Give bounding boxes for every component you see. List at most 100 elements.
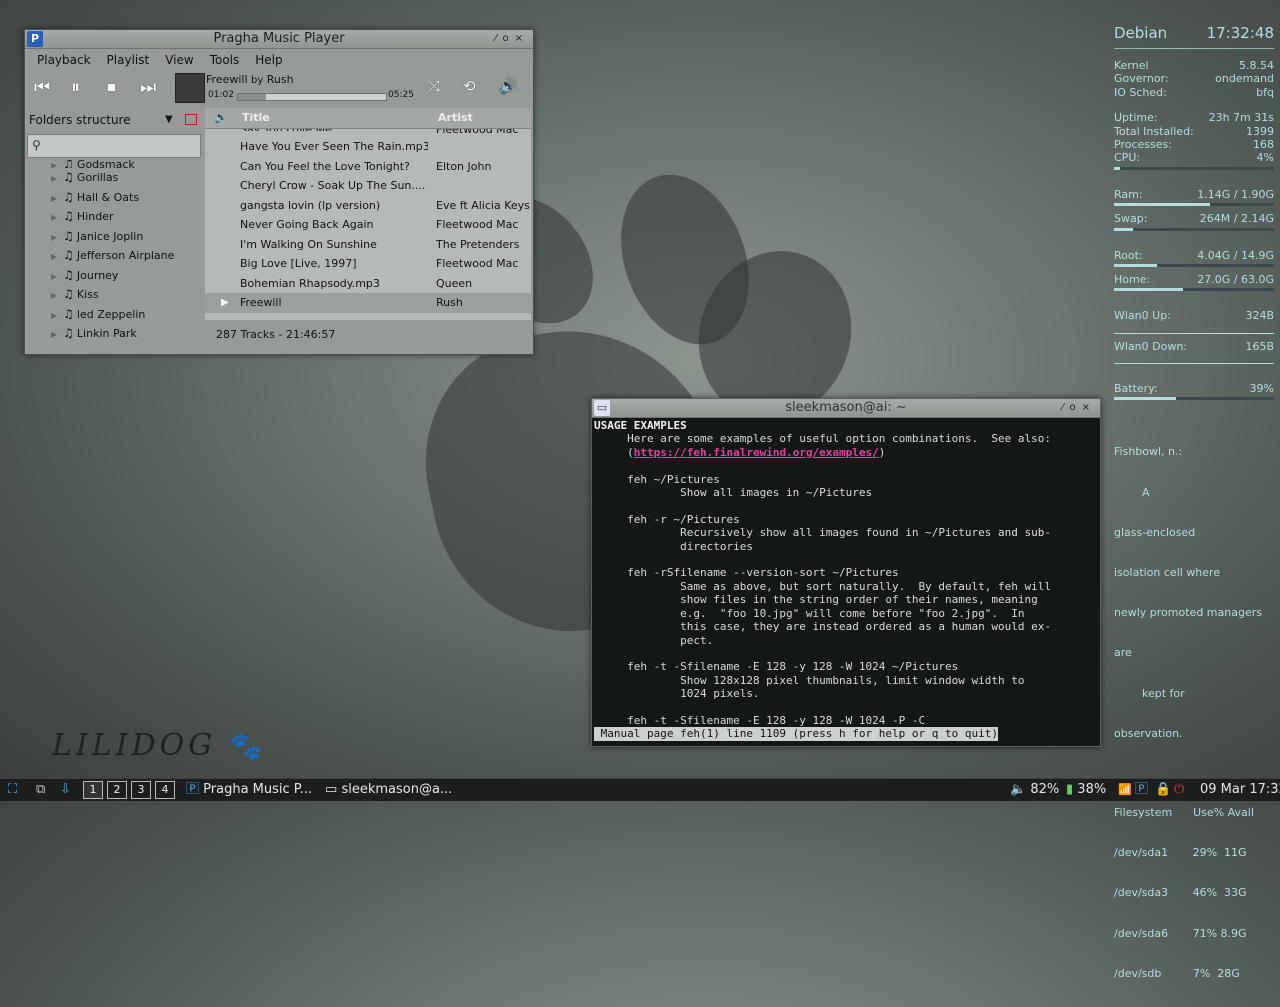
tree-item-label: Jefferson Airplane [76,249,175,262]
tree-item[interactable]: ▶ ♫ Linkin Park [25,324,203,344]
man-line: show files in the string order of their … [594,593,1038,607]
tree-item[interactable]: ▶ ♫ Gorillas [25,168,203,188]
datetime[interactable]: 09 Mar 17:32 [1200,781,1280,799]
column-artist[interactable]: Artist [438,111,473,124]
value: 4% [1256,151,1274,165]
label: Processes: [1114,137,1172,151]
volume-icon[interactable]: 🔊 [499,77,518,95]
power-icon[interactable]: ⏻ [1174,781,1184,799]
playlist-row[interactable]: Bohemian Rhapsody.mp3 Queen [205,274,531,294]
download-icon[interactable]: ⇩ [60,781,71,799]
workspace-2[interactable]: 2 [107,781,127,799]
tree-item[interactable]: ▶ ♫ led Zeppelin [25,305,203,325]
playlist-row[interactable]: Cheryl Crow - Soak Up The Sun.... [205,176,531,196]
row-title: I'm Walking On Sunshine [240,237,377,251]
playlist-row[interactable]: Have You Ever Seen The Rain.mp3 [205,137,531,157]
battery-icon: ▮ [1066,782,1074,797]
filesystem-table: Filesystem Use% Avail /dev/sda1 29% 11G … [1114,779,1274,1007]
folders-header[interactable]: Folders structure ▼ [25,108,203,132]
close-icon[interactable]: × [1082,402,1096,413]
music-note-icon: ♫ [63,248,74,262]
row-title: Bohemian Rhapsody.mp3 [240,276,380,290]
music-note-icon: ♫ [63,170,74,184]
maximize-icon[interactable]: o [502,33,514,44]
menu-tools[interactable]: Tools [202,53,248,67]
menu-launcher-icon[interactable]: ⛶ [8,781,17,799]
playlist-row[interactable]: Never Going Back Again Fleetwood Mac [205,215,531,235]
terminal-output[interactable]: USAGE EXAMPLES Here are some examples of… [594,419,1098,743]
search-icon: ⚲ [32,138,41,152]
show-desktop-icon[interactable]: ⧉ [36,781,45,799]
menu-playlist[interactable]: Playlist [99,53,158,67]
man-line: feh -r ~/Pictures [594,512,740,526]
battery-level: 38% [1077,782,1107,797]
task-terminal[interactable]: ▭ sleekmason@a... [325,781,452,799]
next-icon[interactable]: ⏭ [140,77,156,98]
menu-playback[interactable]: Playback [29,53,99,67]
playlist-row[interactable]: I'm Walking On Sunshine The Pretenders [205,235,531,255]
row-title: Freewill [240,296,282,309]
speaker-column-icon[interactable]: 🔈 [214,111,228,124]
tree-item[interactable]: ▶ ♫ Kiss [25,285,203,305]
menu-help[interactable]: Help [247,53,290,67]
label: Governor: [1114,72,1169,86]
menu-view[interactable]: View [157,53,201,67]
pragha-task-icon: 🄿 [186,782,200,797]
playlist-row-current[interactable]: ▶ Freewill Rush [205,293,531,313]
dropdown-arrow-icon[interactable]: ▼ [165,108,173,132]
maximize-icon[interactable]: o [1069,402,1081,413]
playlist-row[interactable]: Say You Love Me Fleetwood Mac [205,129,531,137]
terminal-titlebar[interactable]: ▭ sleekmason@ai: ~ ⁄o× [592,399,1100,418]
menubar: Playback Playlist View Tools Help [25,49,533,71]
workspace-3[interactable]: 3 [131,781,151,799]
volume-tray[interactable]: 🔈 82% [1010,781,1059,799]
repeat-icon[interactable]: ⟲ [463,77,476,95]
pane-toggle-icon[interactable] [185,114,197,125]
swap-row: Swap: 264M / 2.14G [1114,212,1274,225]
music-note-icon: ♫ [63,160,74,168]
paw-icon: 🐾 [229,732,267,762]
lock-icon[interactable]: 🔒 [1155,781,1171,799]
terminal-window[interactable]: ▭ sleekmason@ai: ~ ⁄o× USAGE EXAMPLES He… [591,398,1101,747]
playlist-row[interactable]: Big Love [Live, 1997] Fleetwood Mac [205,254,531,274]
album-art[interactable] [175,73,205,103]
playlist-row[interactable]: Can You Feel the Love Tonight? Elton John [205,157,531,177]
column-title[interactable]: Title [242,111,270,124]
seek-bar[interactable] [237,93,387,101]
man-line: Show all images in ~/Pictures [594,486,873,500]
conky-panel: Debian 17:32:48 Kernel 5.8.54 Governor: on… [1114,24,1274,1007]
close-icon[interactable]: × [515,33,529,44]
man-section-heading: USAGE EXAMPLES [594,419,687,432]
previous-icon[interactable]: ⏮ [34,77,50,98]
playlist-row[interactable]: gangsta lovin (lp version) Eve ft Alicia … [205,196,531,216]
row-title: Cheryl Crow - Soak Up The Sun.... [240,179,426,192]
shuffle-icon[interactable]: ⤨ [428,77,440,95]
tree-item[interactable]: ▶ ♫ Journey [25,266,203,286]
seek-fill [238,94,267,100]
pragha-titlebar[interactable]: P Pragha Music Player ⁄o× [25,30,533,49]
tree-item[interactable]: ▶ ♫ Hinder [25,207,203,227]
tree-item[interactable]: ▶ ♫ Jefferson Airplane [25,246,203,266]
governor-row: Governor: ondemand [1114,72,1274,85]
pragha-window[interactable]: P Pragha Music Player ⁄o× Playback Playl… [24,29,534,355]
workspace-4[interactable]: 4 [155,781,175,799]
song-info: Freewill by Rush [206,73,294,86]
row-artist: Fleetwood Mac [436,129,519,136]
wifi-signal-icon[interactable]: 📶 [1118,781,1132,799]
stop-icon[interactable]: ⏹ [107,77,116,98]
pause-icon[interactable]: ⏸ [71,77,80,98]
man-link[interactable]: https://feh.finalrewind.org/examples/ [634,446,879,459]
playlist-view[interactable]: 🔈 Title Artist Say You Love Me Fleetwood … [205,108,531,320]
workspace-1[interactable]: 1 [83,781,103,799]
label: Uptime: [1114,111,1158,125]
library-search-input[interactable]: ⚲ [27,134,201,158]
tree-item[interactable]: ▶ ♫ Janice Joplin [25,227,203,247]
terminal-app-icon: ▭ [594,400,610,416]
battery-tray[interactable]: ▮ 38% [1066,781,1106,799]
tree-item[interactable]: ▶ ♫ Hall & Oats [25,188,203,208]
task-pragha[interactable]: 🄿 Pragha Music P... [186,781,312,799]
tree-item[interactable]: ▶ ♫ Godsmack [25,160,203,168]
installed-row: Total Installed: 1399 [1114,125,1274,138]
pragha-tray-icon[interactable]: 🄿 [1135,781,1148,799]
value: 165B [1245,339,1274,353]
